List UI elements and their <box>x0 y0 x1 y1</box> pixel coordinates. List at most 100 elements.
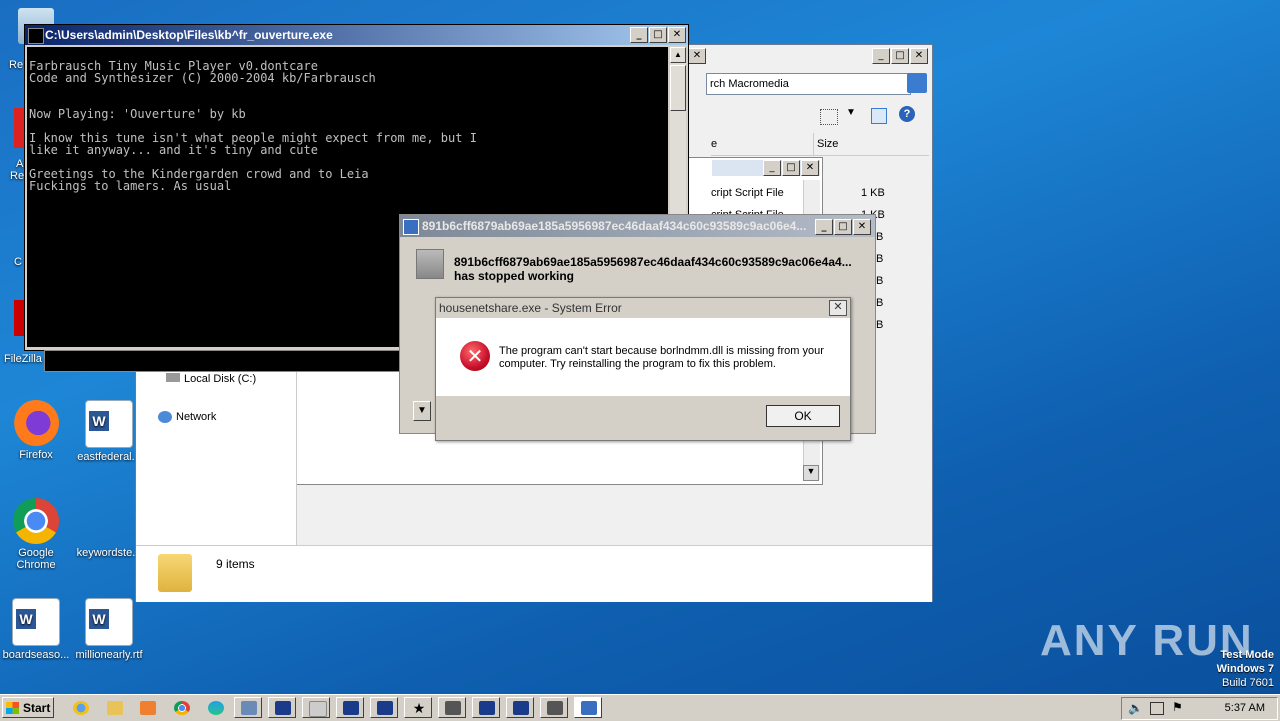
system-error-footer: OK <box>436 396 850 440</box>
test-mode-notice: Test Mode Windows 7 Build 7601 <box>1217 648 1274 690</box>
minimize-button[interactable]: _ <box>815 219 833 235</box>
close-button[interactable]: ✕ <box>801 160 819 176</box>
search-icon[interactable] <box>907 73 927 93</box>
nav-item-label: Network <box>176 411 217 423</box>
taskbar-window-2[interactable] <box>268 697 296 718</box>
views-icon[interactable] <box>820 109 838 125</box>
network-icon <box>158 411 172 424</box>
maximize-button[interactable]: □ <box>782 160 800 176</box>
taskbar-window-11[interactable] <box>574 697 602 718</box>
preview-pane-icon[interactable] <box>871 108 887 124</box>
taskbar-window-7[interactable] <box>438 697 466 718</box>
taskbar-media-player-icon[interactable] <box>133 697 161 718</box>
desktop-icon-boardseaso[interactable]: boardseaso... <box>1 598 71 661</box>
ok-button[interactable]: OK <box>766 405 840 427</box>
close-button[interactable]: ✕ <box>829 300 847 316</box>
close-button[interactable]: ✕ <box>910 48 928 64</box>
filezilla-partial-icon[interactable] <box>14 300 24 336</box>
desktop-icon-chrome[interactable]: Google Chrome <box>1 498 71 571</box>
desktop-icon-keywordste[interactable]: keywordste... <box>74 498 144 559</box>
volume-icon[interactable]: 🔈 <box>1128 701 1143 715</box>
file-size: B <box>876 319 884 331</box>
desktop-icon-label: Google Chrome <box>16 547 56 571</box>
desktop-icon-label: keywordste... <box>76 547 142 559</box>
taskbar-edge-icon[interactable] <box>201 697 229 718</box>
details-pane: 9 items <box>136 545 932 602</box>
file-type: cript Script File <box>711 187 784 199</box>
firefox-icon <box>13 400 59 446</box>
crash-message-line2: has stopped working <box>454 269 575 283</box>
flag-icon[interactable]: ⚑ <box>1172 700 1183 714</box>
close-button[interactable]: ✕ <box>853 219 871 235</box>
word-document-icon <box>12 598 60 646</box>
network-tray-icon[interactable] <box>1150 702 1164 715</box>
taskbar-explorer-icon[interactable] <box>100 697 128 718</box>
chrome-icon <box>13 498 59 544</box>
file-size: B <box>876 275 884 287</box>
taskbar-window-10[interactable] <box>540 697 568 718</box>
taskbar-window-5[interactable] <box>370 697 398 718</box>
taskbar-window-3[interactable] <box>302 697 330 718</box>
nested-window-controls: _ □ ✕ <box>763 160 819 176</box>
drive-icon <box>166 373 180 382</box>
system-error-dialog[interactable]: housenetshare.exe - System Error ✕ ✕ The… <box>435 297 851 441</box>
crash-dialog-controls: _ □ ✕ <box>815 219 871 235</box>
clock[interactable]: 5:37 AM <box>1225 702 1265 714</box>
word-document-icon <box>85 598 133 646</box>
crash-dialog-title: 891b6cff6879ab69ae185a5956987ec46daaf434… <box>422 219 807 233</box>
close-button[interactable]: ✕ <box>668 27 686 43</box>
console-window-controls: _ □ ✕ <box>630 27 686 43</box>
chevron-down-icon[interactable]: ▼ <box>846 107 856 118</box>
desktop-icon-millionearly[interactable]: millionearly.rtf <box>74 598 144 661</box>
taskbar-window-9[interactable] <box>506 697 534 718</box>
column-header-size[interactable]: Size <box>813 133 893 155</box>
acrobat-partial-icon[interactable] <box>14 108 24 148</box>
details-expand-button[interactable]: ▼ <box>413 401 431 421</box>
start-button[interactable]: Start <box>2 697 54 718</box>
desktop-partial-label-a: A <box>16 158 24 170</box>
desktop-icon-eastfederal[interactable]: eastfederal... <box>74 400 144 463</box>
system-error-content: ✕ The program can't start because borlnd… <box>436 318 850 396</box>
taskbar-window-8[interactable] <box>472 697 500 718</box>
taskbar-chrome-icon[interactable] <box>167 697 195 718</box>
item-count: 9 items <box>216 557 255 571</box>
search-input[interactable]: rch Macromedia <box>706 73 911 95</box>
taskbar-ie-icon[interactable] <box>66 697 94 718</box>
scroll-down-arrow[interactable]: ▼ <box>803 465 819 481</box>
maximize-button[interactable]: □ <box>834 219 852 235</box>
desktop-partial-label-re2: Re <box>10 170 25 182</box>
crash-message: 891b6cff6879ab69ae185a5956987ec46daaf434… <box>454 255 852 283</box>
navigation-pane: Local Disk (C:) Network <box>136 370 297 545</box>
crash-message-line1: 891b6cff6879ab69ae185a5956987ec46daaf434… <box>454 255 852 269</box>
nav-item-network[interactable]: Network <box>158 411 217 424</box>
window-close-button-partial[interactable]: ✕ <box>688 48 706 64</box>
console-title: C:\Users\admin\Desktop\Files\kb^fr_ouver… <box>45 28 333 42</box>
file-size: B <box>876 297 884 309</box>
console-app-icon <box>28 28 44 44</box>
taskbar-window-1[interactable] <box>234 697 262 718</box>
help-icon[interactable]: ? <box>899 106 915 122</box>
column-header-name[interactable]: e <box>711 138 811 150</box>
taskbar-window-6[interactable]: ★ <box>404 697 432 718</box>
minimize-button[interactable]: _ <box>630 27 648 43</box>
error-message: The program can't start because borlndmm… <box>499 345 824 370</box>
program-icon <box>416 249 444 279</box>
maximize-button[interactable]: □ <box>891 48 909 64</box>
system-tray: 🔈 ⚑ 5:37 AM <box>1121 697 1278 720</box>
taskbar-window-4[interactable] <box>336 697 364 718</box>
system-error-titlebar: housenetshare.exe - System Error ✕ <box>436 298 850 318</box>
scroll-thumb[interactable] <box>670 65 686 111</box>
list-item[interactable]: cript Script File 1 KB <box>711 187 891 203</box>
error-icon: ✕ <box>460 341 490 371</box>
maximize-button[interactable]: □ <box>649 27 667 43</box>
minimize-button[interactable]: _ <box>872 48 890 64</box>
scroll-up-arrow[interactable]: ▲ <box>670 47 686 63</box>
desktop-partial-label-c: C <box>14 256 22 268</box>
desktop-partial-label-re: Re <box>9 59 24 71</box>
desktop-icon-firefox[interactable]: Firefox <box>1 400 71 461</box>
crash-dialog-titlebar: 891b6cff6879ab69ae185a5956987ec46daaf434… <box>400 215 875 237</box>
file-size: 1 KB <box>861 187 885 199</box>
app-icon <box>403 219 419 235</box>
minimize-button[interactable]: _ <box>763 160 781 176</box>
nav-item-local-disk[interactable]: Local Disk (C:) <box>166 373 256 385</box>
